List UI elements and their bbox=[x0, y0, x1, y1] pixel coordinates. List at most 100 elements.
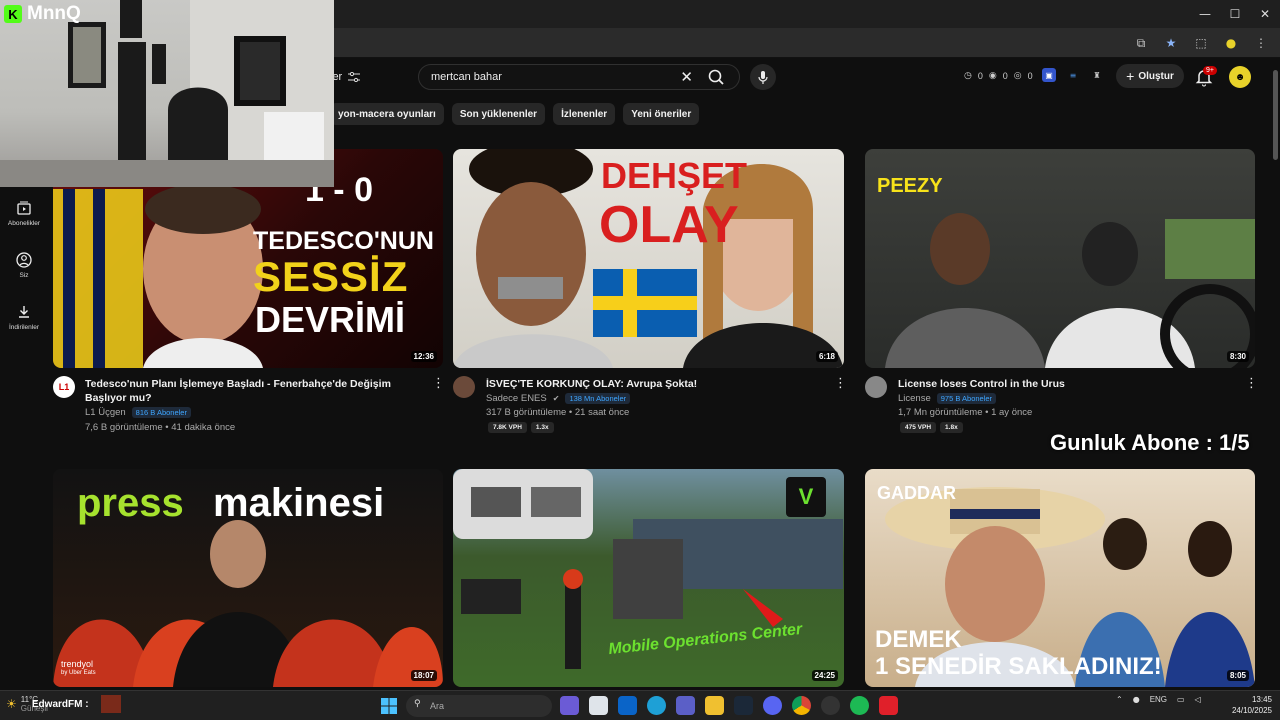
chrome-icon[interactable] bbox=[792, 696, 811, 715]
thumb-headline: PEEZY bbox=[877, 175, 943, 197]
filter-icon bbox=[348, 72, 361, 82]
video-duration: 6:18 bbox=[815, 351, 838, 362]
system-tray: ⌃ ● ENG ▭ ◁ bbox=[1116, 695, 1201, 704]
discord-icon[interactable] bbox=[763, 696, 782, 715]
create-button[interactable]: + Oluştur bbox=[1116, 64, 1184, 88]
minimize-button[interactable]: — bbox=[1190, 0, 1220, 28]
microphone-tray-icon[interactable]: ● bbox=[1133, 695, 1140, 704]
video-title[interactable]: License loses Control in the Urus bbox=[898, 377, 1238, 391]
sidebar-item-subscriptions[interactable]: Abonelikler bbox=[0, 200, 48, 252]
filters-button[interactable]: ler bbox=[330, 66, 361, 88]
taskbar-search-placeholder: Ara bbox=[430, 701, 445, 711]
thumb-headline: OLAY bbox=[599, 196, 739, 254]
channel-name[interactable]: Sadece ENES bbox=[486, 393, 547, 404]
browser-toolbar-icons: ⧉ ★ ⬚ ● ⋮ bbox=[1130, 32, 1272, 54]
channel-name[interactable]: L1 Üçgen bbox=[85, 407, 126, 418]
video-thumbnail[interactable]: Mobile Operations Center V 24:25 bbox=[453, 469, 844, 687]
channel-avatar[interactable] bbox=[453, 376, 475, 398]
profile-icon[interactable]: ● bbox=[1220, 32, 1242, 54]
outlook-icon[interactable] bbox=[618, 696, 637, 715]
eye-icon: ◉ bbox=[988, 71, 997, 81]
scrollbar-thumb[interactable] bbox=[1273, 70, 1278, 160]
video-meta: 317 B görüntüleme • 21 saat önce bbox=[486, 407, 630, 418]
app-icon[interactable] bbox=[879, 696, 898, 715]
spotify-icon[interactable] bbox=[850, 696, 869, 715]
more-options-icon[interactable]: ⋮ bbox=[432, 376, 445, 391]
vph-badges: 7.8K VPH 1.3x bbox=[488, 422, 554, 433]
file-explorer-icon[interactable] bbox=[705, 696, 724, 715]
clock-icon: ◷ bbox=[964, 71, 972, 81]
channel-line: Sadece ENES ✔ 138 Mn Aboneler bbox=[486, 393, 631, 404]
edge-icon[interactable] bbox=[647, 696, 666, 715]
thumb-headline: DEHŞET bbox=[601, 155, 748, 196]
obs-icon[interactable] bbox=[821, 696, 840, 715]
video-duration: 18:07 bbox=[410, 670, 437, 681]
browser-menu-icon[interactable]: ⋮ bbox=[1250, 32, 1272, 54]
clock-time: 13:45 bbox=[1251, 695, 1272, 704]
video-duration: 24:25 bbox=[811, 670, 838, 681]
subscriber-badge: 975 B Aboneler bbox=[936, 393, 997, 404]
voice-search-button[interactable] bbox=[750, 64, 776, 90]
teams-icon[interactable] bbox=[676, 696, 695, 715]
sidebar-item-label: Siz bbox=[19, 272, 29, 279]
bookmark-star-icon[interactable]: ★ bbox=[1160, 32, 1182, 54]
avatar[interactable]: ☻ bbox=[1229, 66, 1251, 88]
store-icon[interactable] bbox=[589, 696, 608, 715]
thumb-headline: 1 SENEDİR SAKLADINIZ! bbox=[875, 653, 1162, 680]
gta-logo: V bbox=[786, 477, 826, 517]
channel-initial: L1 bbox=[58, 382, 70, 392]
webcam-overlay: K MnnQ bbox=[0, 0, 334, 187]
video-thumbnail[interactable]: press makinesi trendyol by Uber Eats 18:… bbox=[53, 469, 443, 687]
video-thumbnail[interactable]: PEEZY 8:30 bbox=[865, 149, 1255, 368]
channel-name[interactable]: License bbox=[898, 393, 931, 404]
microphone-icon bbox=[758, 71, 768, 84]
channel-avatar[interactable] bbox=[865, 376, 887, 398]
install-app-icon[interactable]: ⧉ bbox=[1130, 32, 1152, 54]
vph-badge: 7.8K VPH bbox=[488, 422, 527, 433]
sidebar-item-label: Abonelikler bbox=[7, 220, 41, 227]
sidebar-item-downloads[interactable]: İndirilenler bbox=[0, 304, 48, 356]
extensions-icon[interactable]: ⬚ bbox=[1190, 32, 1212, 54]
windows-start-icon[interactable] bbox=[380, 697, 398, 715]
chip-recently-uploaded[interactable]: Son yüklenenler bbox=[451, 103, 546, 125]
weather-widget[interactable]: ☀ 11°C Güneşli EdwardFM : bbox=[6, 695, 121, 713]
search-box[interactable]: mertcan bahar ✕ bbox=[418, 64, 740, 90]
clear-search-icon[interactable]: ✕ bbox=[680, 68, 693, 86]
video-title[interactable]: Tedesco'nun Planı İşlemeye Başladı - Fen… bbox=[85, 377, 425, 405]
chip-watched[interactable]: İzlenenler bbox=[553, 103, 616, 125]
chevron-up-icon[interactable]: ⌃ bbox=[1116, 695, 1123, 704]
vph-badges: 475 VPH 1.8x bbox=[900, 422, 963, 433]
close-window-button[interactable]: ✕ bbox=[1250, 0, 1280, 28]
list-icon[interactable]: ≡ bbox=[1066, 68, 1080, 82]
chip-new-to-you[interactable]: Yeni öneriler bbox=[623, 103, 700, 125]
video-thumbnail[interactable]: DEHŞET OLAY 6:18 bbox=[453, 149, 844, 368]
stream-subscriber-overlay: Gunluk Abone : 1/5 bbox=[1050, 430, 1250, 455]
mini-sidebar: Abonelikler Siz İndirilenler bbox=[0, 200, 48, 356]
search-icon[interactable] bbox=[701, 67, 731, 87]
extension-counters: ◷ 0 ◉ 0 ◎ 0 bbox=[964, 71, 1033, 81]
more-options-icon[interactable]: ⋮ bbox=[834, 376, 847, 391]
stream-thumbnail bbox=[100, 695, 121, 713]
taskbar-search[interactable]: ⚲ Ara bbox=[406, 695, 552, 717]
video-duration: 12:36 bbox=[410, 351, 437, 362]
video-thumbnail[interactable]: GADDAR DEMEK 1 SENEDİR SAKLADINIZ! 8:05 bbox=[865, 469, 1255, 687]
channel-avatar[interactable]: L1 bbox=[53, 376, 75, 398]
maximize-button[interactable]: ☐ bbox=[1220, 0, 1250, 28]
sidebar-item-you[interactable]: Siz bbox=[0, 252, 48, 304]
widgets-icon[interactable] bbox=[560, 696, 579, 715]
steam-icon[interactable] bbox=[734, 696, 753, 715]
network-icon[interactable]: ▭ bbox=[1177, 695, 1185, 704]
search-input[interactable]: mertcan bahar bbox=[431, 71, 502, 83]
you-icon bbox=[16, 252, 32, 268]
channel-line: L1 Üçgen 816 B Aboneler bbox=[85, 407, 191, 418]
kick-logo: K MnnQ bbox=[4, 3, 81, 25]
video-title[interactable]: İSVEÇ'TE KORKUNÇ OLAY: Avrupa Şokta! bbox=[486, 377, 826, 391]
ratio-badge: 1.8x bbox=[940, 422, 963, 433]
extension-badge-icon[interactable]: ▣ bbox=[1042, 68, 1056, 82]
trophy-icon[interactable]: ♜ bbox=[1090, 68, 1104, 82]
volume-icon[interactable]: ◁ bbox=[1195, 695, 1201, 704]
chip-action-adventure[interactable]: yon-macera oyunları bbox=[330, 103, 444, 125]
taskbar-clock[interactable]: 13:45 24/10/2025 bbox=[1226, 694, 1272, 716]
more-options-icon[interactable]: ⋮ bbox=[1245, 376, 1258, 391]
language-indicator[interactable]: ENG bbox=[1150, 695, 1167, 704]
